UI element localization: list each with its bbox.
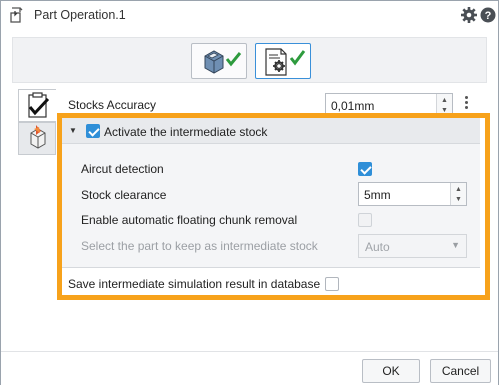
collapse-triangle-icon[interactable]: ▼ <box>69 126 77 135</box>
floating-chunk-label: Enable automatic floating chunk removal <box>81 213 298 227</box>
part-select-dropdown[interactable]: Auto ▼ <box>358 234 467 258</box>
decrement-arrow-icon[interactable]: ▼ <box>455 196 462 203</box>
part-geometry-check-icon <box>204 50 242 74</box>
stock-clearance-spinner[interactable]: 5mm ▲ ▼ <box>358 182 467 206</box>
svg-text:?: ? <box>485 10 492 22</box>
part-geometry-mode-button[interactable] <box>191 43 247 79</box>
part-select-value: Auto <box>365 240 390 254</box>
chevron-down-icon: ▼ <box>451 240 460 250</box>
stock-clearance-label: Stock clearance <box>81 188 167 202</box>
tab-stock[interactable] <box>18 122 56 155</box>
dialog-title: Part Operation.1 <box>34 8 126 22</box>
increment-arrow-icon[interactable]: ▲ <box>441 97 448 104</box>
stock-clearance-value: 5mm <box>364 188 391 202</box>
help-icon[interactable]: ? <box>480 7 496 23</box>
increment-arrow-icon[interactable]: ▲ <box>455 186 462 193</box>
title-bar: Part Operation.1 ? <box>1 1 498 29</box>
gear-icon[interactable] <box>460 6 478 24</box>
stocks-accuracy-label: Stocks Accuracy <box>68 98 157 112</box>
cancel-button[interactable]: Cancel <box>430 359 491 383</box>
settings-document-check-icon <box>265 48 306 76</box>
activate-intermediate-stock-label: Activate the intermediate stock <box>104 125 268 139</box>
spinner-arrows: ▲ ▼ <box>450 183 466 205</box>
left-tab-strip <box>18 89 56 155</box>
ok-button[interactable]: OK <box>362 359 420 383</box>
aircut-detection-label: Aircut detection <box>81 162 164 176</box>
more-options-icon[interactable] <box>464 95 470 113</box>
activate-intermediate-stock-checkbox[interactable] <box>86 124 100 138</box>
dialog-footer: OK Cancel <box>1 351 498 385</box>
save-result-label: Save intermediate simulation result in d… <box>68 277 321 291</box>
tab-strategy[interactable] <box>18 89 56 122</box>
settings-mode-button[interactable] <box>255 43 311 79</box>
part-operation-icon <box>10 7 23 23</box>
part-operation-dialog: Part Operation.1 ? Stocks Accuracy 0,01m… <box>0 0 499 385</box>
save-result-row: Save intermediate simulation result in d… <box>62 269 480 295</box>
part-select-label: Select the part to keep as intermediate … <box>81 239 318 253</box>
save-result-checkbox[interactable] <box>325 277 339 291</box>
aircut-detection-checkbox[interactable] <box>358 162 372 176</box>
stocks-accuracy-value: 0,01mm <box>331 99 375 113</box>
clipboard-check-icon <box>28 92 50 118</box>
stock-part-icon <box>30 125 46 149</box>
intermediate-stock-group-header[interactable]: ▼ Activate the intermediate stock <box>62 118 480 144</box>
floating-chunk-checkbox[interactable] <box>358 213 372 227</box>
mode-toolbar <box>12 37 487 83</box>
